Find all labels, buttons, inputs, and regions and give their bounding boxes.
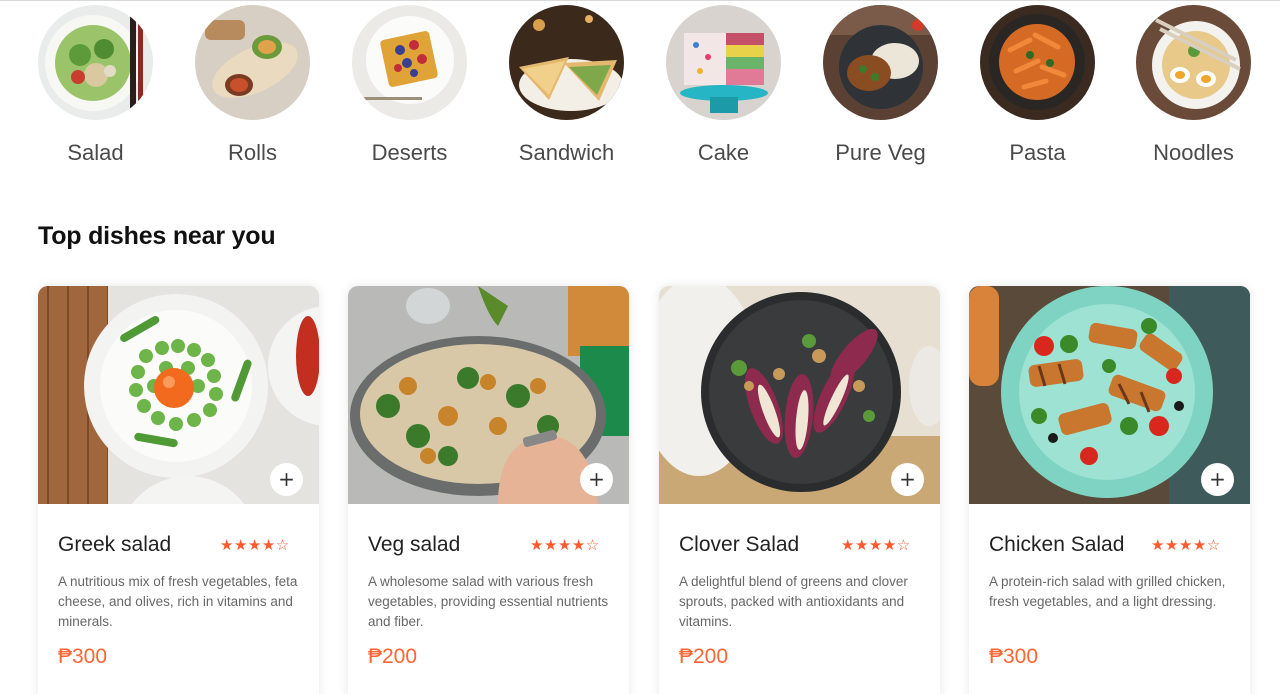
salad-bowl-icon	[38, 5, 153, 120]
add-to-cart-button[interactable]: +	[580, 463, 613, 496]
rating-stars: ★★★★☆	[220, 536, 290, 554]
dish-description: A nutritious mix of fresh vegetables, fe…	[58, 574, 298, 629]
dish-name: Veg salad	[368, 533, 461, 556]
cake-icon	[666, 5, 781, 120]
waffle-dessert-icon	[352, 5, 467, 120]
category-label: Salad	[67, 140, 124, 165]
dish-card[interactable]: + Veg salad ★★★★☆ A wholesome salad with…	[348, 286, 629, 694]
rating-stars: ★★★★☆	[1151, 536, 1221, 554]
rating-stars: ★★★★☆	[530, 536, 600, 554]
dish-card[interactable]: + Greek salad ★★★★☆ A nutritious mix of …	[38, 286, 319, 694]
dish-description: A delightful blend of greens and clover …	[679, 574, 908, 629]
wrap-roll-icon	[195, 5, 310, 120]
dish-name: Clover Salad	[679, 533, 800, 556]
add-to-cart-button[interactable]: +	[891, 463, 924, 496]
category-pasta[interactable]: Pasta	[980, 5, 1095, 175]
dish-description: A wholesome salad with various fresh veg…	[368, 574, 609, 629]
dish-price: ₱200	[368, 645, 418, 668]
category-salad[interactable]: Salad	[38, 5, 153, 175]
pasta-icon	[980, 5, 1095, 120]
category-deserts[interactable]: Deserts	[352, 5, 467, 175]
add-to-cart-button[interactable]: +	[1201, 463, 1234, 496]
add-to-cart-button[interactable]: +	[270, 463, 303, 496]
rating-stars: ★★★★☆	[841, 536, 911, 554]
section-title: Top dishes near you	[38, 222, 276, 250]
veg-curry-icon	[823, 5, 938, 120]
dish-name: Greek salad	[58, 533, 172, 556]
category-menu: Salad Rolls Deserts Sandwich Cake Pure V…	[38, 5, 1251, 175]
sandwich-icon	[509, 5, 624, 120]
dish-price: ₱200	[679, 645, 729, 668]
dish-card[interactable]: + Chicken Salad ★★★★☆ A protein-rich sal…	[969, 286, 1250, 694]
category-label: Cake	[697, 140, 750, 165]
category-label: Sandwich	[518, 140, 615, 165]
category-cake[interactable]: Cake	[666, 5, 781, 175]
category-rolls[interactable]: Rolls	[195, 5, 310, 175]
category-label: Pure Veg	[835, 140, 926, 165]
category-label: Rolls	[228, 140, 277, 165]
top-divider	[0, 0, 1280, 1]
dish-price: ₱300	[989, 645, 1039, 668]
dish-description: A protein-rich salad with grilled chicke…	[989, 574, 1226, 609]
category-sandwich[interactable]: Sandwich	[509, 5, 624, 175]
dish-card[interactable]: + Clover Salad ★★★★☆ A delightful blend …	[659, 286, 940, 694]
category-pure-veg[interactable]: Pure Veg	[823, 5, 938, 175]
category-label: Noodles	[1153, 140, 1234, 165]
dish-name: Chicken Salad	[989, 533, 1125, 556]
dish-price: ₱300	[58, 645, 108, 668]
category-label: Deserts	[371, 140, 448, 165]
category-noodles[interactable]: Noodles	[1136, 5, 1251, 175]
noodle-bowl-icon	[1136, 5, 1251, 120]
category-label: Pasta	[1009, 140, 1066, 165]
